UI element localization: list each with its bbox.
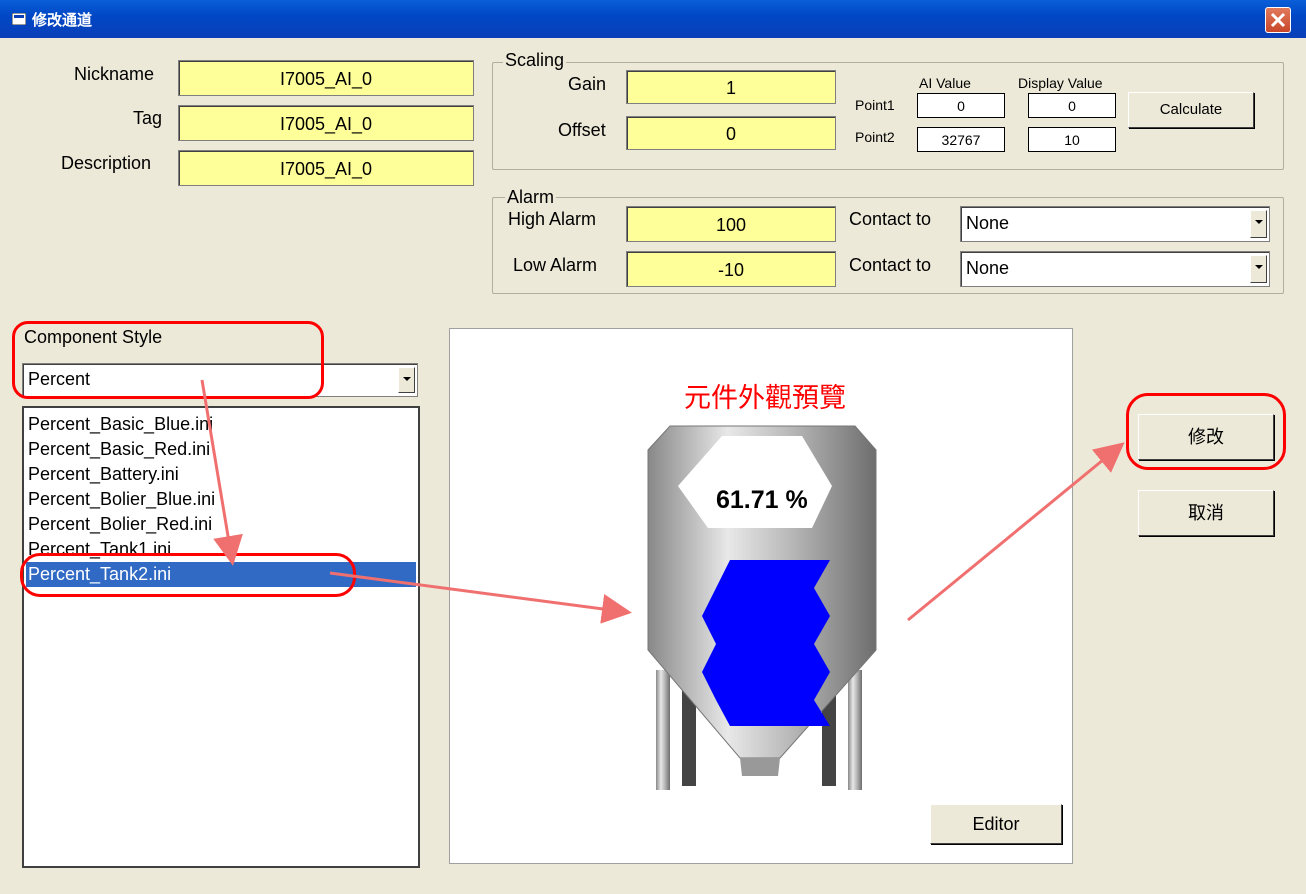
- ai-value-header: AI Value: [919, 75, 971, 91]
- high-contact-select[interactable]: None: [960, 206, 1270, 242]
- low-contact-select[interactable]: None: [960, 251, 1270, 287]
- nickname-label: Nickname: [74, 64, 155, 84]
- list-item[interactable]: Percent_Basic_Red.ini: [28, 437, 210, 462]
- display-value-header: Display Value: [1018, 75, 1103, 91]
- title-bar: [0, 0, 1306, 38]
- chevron-down-icon[interactable]: [398, 367, 415, 393]
- description-label: Description: [61, 153, 152, 173]
- scaling-title: Scaling: [503, 50, 567, 71]
- list-item[interactable]: Percent_Bolier_Red.ini: [28, 512, 212, 537]
- highlight-component-style: [12, 321, 324, 399]
- point1-label: Point1: [855, 97, 895, 113]
- component-list[interactable]: Percent_Basic_Blue.ini Percent_Basic_Red…: [22, 406, 420, 868]
- cancel-button[interactable]: 取消: [1138, 490, 1274, 536]
- calculate-button[interactable]: Calculate: [1128, 92, 1254, 128]
- description-field[interactable]: I7005_AI_0: [178, 150, 474, 186]
- tank-icon: [647, 425, 877, 790]
- gain-label: Gain: [568, 74, 607, 94]
- point1-ai-field[interactable]: 0: [917, 93, 1005, 118]
- low-alarm-field[interactable]: -10: [626, 251, 836, 287]
- offset-label: Offset: [558, 120, 606, 140]
- alarm-title: Alarm: [505, 187, 557, 208]
- high-alarm-label: High Alarm: [508, 209, 597, 229]
- low-alarm-label: Low Alarm: [513, 255, 598, 275]
- window-title: 修改通道: [32, 12, 93, 29]
- high-alarm-field[interactable]: 100: [626, 206, 836, 242]
- editor-button[interactable]: Editor: [930, 804, 1062, 844]
- list-item[interactable]: Percent_Basic_Blue.ini: [28, 412, 213, 437]
- high-contact-value: None: [966, 213, 1010, 233]
- percent-readout: 61.71 %: [716, 486, 808, 514]
- highlight-selected-item: [20, 553, 356, 597]
- gain-field[interactable]: 1: [626, 70, 836, 104]
- low-contact-label: Contact to: [849, 255, 932, 275]
- point1-display-field[interactable]: 0: [1028, 93, 1116, 118]
- point2-label: Point2: [855, 129, 895, 145]
- point2-ai-field[interactable]: 32767: [917, 127, 1005, 152]
- nickname-field[interactable]: I7005_AI_0: [178, 60, 474, 96]
- tag-field[interactable]: I7005_AI_0: [178, 105, 474, 141]
- high-contact-label: Contact to: [849, 209, 932, 229]
- list-item[interactable]: Percent_Battery.ini: [28, 462, 179, 487]
- point2-display-field[interactable]: 10: [1028, 127, 1116, 152]
- list-item[interactable]: Percent_Bolier_Blue.ini: [28, 487, 215, 512]
- window-icon: [12, 13, 26, 25]
- close-button[interactable]: [1265, 7, 1291, 33]
- preview-title: 元件外觀預覽: [684, 383, 846, 414]
- close-icon: [1270, 12, 1286, 28]
- chevron-down-icon[interactable]: [1250, 255, 1267, 283]
- low-contact-value: None: [966, 258, 1010, 278]
- tank-fill: [702, 560, 830, 726]
- chevron-down-icon[interactable]: [1250, 210, 1267, 238]
- tag-label: Tag: [133, 108, 163, 128]
- offset-field[interactable]: 0: [626, 116, 836, 150]
- highlight-modify-button: [1126, 393, 1286, 470]
